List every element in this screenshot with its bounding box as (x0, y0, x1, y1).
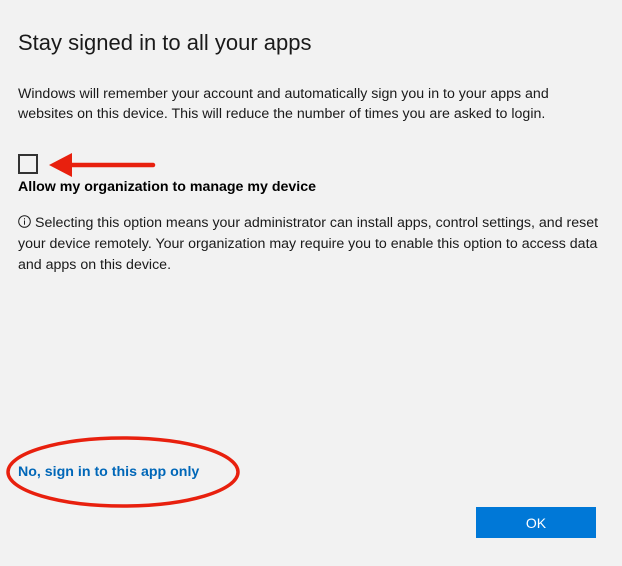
manage-device-checkbox[interactable] (18, 154, 38, 174)
info-text: Selecting this option means your adminis… (18, 215, 599, 273)
annotation-arrow-icon (49, 153, 156, 177)
stay-signed-in-dialog: Stay signed in to all your apps Windows … (0, 0, 622, 566)
dialog-description: Windows will remember your account and a… (18, 86, 549, 122)
dialog-title: Stay signed in to all your apps (18, 30, 312, 55)
manage-device-label[interactable]: Allow my organization to manage my devic… (18, 179, 316, 195)
sign-in-this-app-only-link[interactable]: No, sign in to this app only (18, 464, 199, 480)
ok-button[interactable]: OK (476, 507, 596, 538)
info-block: Selecting this option means your adminis… (18, 213, 604, 276)
info-icon (18, 215, 31, 228)
